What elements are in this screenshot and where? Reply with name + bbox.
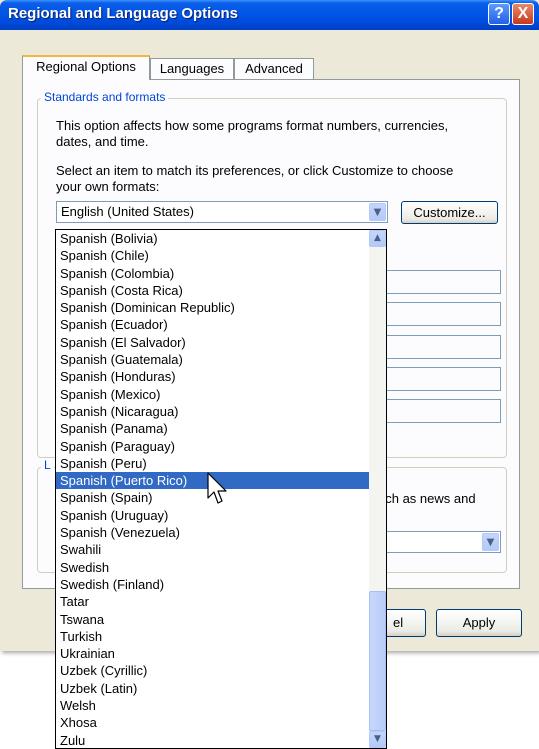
dropdown-item[interactable]: Spanish (Chile) — [56, 247, 370, 264]
dropdown-item[interactable]: Spanish (Guatemala) — [56, 351, 370, 368]
standards-group-title: Standards and formats — [41, 90, 169, 104]
dropdown-scrollbar[interactable]: ▲ ▼ — [369, 230, 386, 748]
dropdown-item[interactable]: Spanish (Paraguay) — [56, 438, 370, 455]
dropdown-item[interactable]: Uzbek (Latin) — [56, 680, 370, 697]
standards-select-line1: Select an item to match its preferences,… — [56, 163, 454, 178]
dropdown-item[interactable]: Spanish (Venezuela) — [56, 524, 370, 541]
dropdown-item[interactable]: Ukrainian — [56, 645, 370, 662]
standards-select-line2: your own formats: — [56, 179, 160, 194]
tab-languages[interactable]: Languages — [150, 58, 234, 79]
dropdown-item[interactable]: Tatar — [56, 593, 370, 610]
scrollbar-thumb[interactable] — [369, 591, 386, 731]
standards-format-value: English (United States) — [61, 204, 194, 219]
dropdown-item[interactable]: Tswana — [56, 611, 370, 628]
dropdown-item[interactable]: Spanish (Panama) — [56, 420, 370, 437]
dropdown-item[interactable]: Uzbek (Cyrillic) — [56, 662, 370, 679]
dropdown-item[interactable]: Spanish (Mexico) — [56, 386, 370, 403]
dropdown-item[interactable]: Welsh — [56, 697, 370, 714]
tab-regional-options[interactable]: Regional Options — [22, 55, 150, 80]
dropdown-item[interactable]: Xhosa — [56, 714, 370, 731]
dropdown-item[interactable]: Turkish — [56, 628, 370, 645]
standards-desc-line1: This option affects how some programs fo… — [56, 118, 449, 133]
chevron-down-icon[interactable]: ▼ — [369, 203, 386, 221]
customize-button[interactable]: Customize... — [401, 201, 498, 224]
chevron-up-icon[interactable]: ▲ — [369, 230, 386, 247]
chevron-down-icon[interactable]: ▼ — [482, 533, 499, 551]
standards-format-combo[interactable]: English (United States) ▼ — [56, 201, 388, 223]
dropdown-item[interactable]: Spanish (Peru) — [56, 455, 370, 472]
dropdown-item[interactable]: Spanish (Ecuador) — [56, 316, 370, 333]
dropdown-item[interactable]: Spanish (Bolivia) — [56, 230, 370, 247]
tab-advanced[interactable]: Advanced — [234, 58, 314, 79]
close-button[interactable]: X — [512, 3, 534, 25]
mouse-pointer-icon — [207, 472, 227, 504]
dropdown-item[interactable]: Zulu — [56, 732, 370, 748]
dropdown-item[interactable]: Spanish (Dominican Republic) — [56, 299, 370, 316]
dropdown-item[interactable]: Spanish (Colombia) — [56, 265, 370, 282]
dropdown-item[interactable]: Spanish (Uruguay) — [56, 507, 370, 524]
help-button[interactable]: ? — [488, 3, 510, 25]
dropdown-item[interactable]: Swahili — [56, 541, 370, 558]
dropdown-item[interactable]: Spanish (Honduras) — [56, 368, 370, 385]
apply-button[interactable]: Apply — [436, 609, 522, 637]
dropdown-item[interactable]: Spanish (Costa Rica) — [56, 282, 370, 299]
dropdown-item[interactable]: Swedish (Finland) — [56, 576, 370, 593]
title-bar[interactable]: Regional and Language Options ? X — [0, 0, 539, 30]
location-group-title: L — [41, 458, 54, 472]
window-title: Regional and Language Options — [8, 5, 239, 22]
standards-desc-line2: dates, and time. — [56, 134, 149, 149]
dropdown-item[interactable]: Spanish (Nicaragua) — [56, 403, 370, 420]
chevron-down-icon[interactable]: ▼ — [369, 731, 386, 748]
dropdown-item[interactable]: Spanish (El Salvador) — [56, 334, 370, 351]
dropdown-item[interactable]: Swedish — [56, 559, 370, 576]
location-desc: uch as news and — [378, 491, 476, 506]
